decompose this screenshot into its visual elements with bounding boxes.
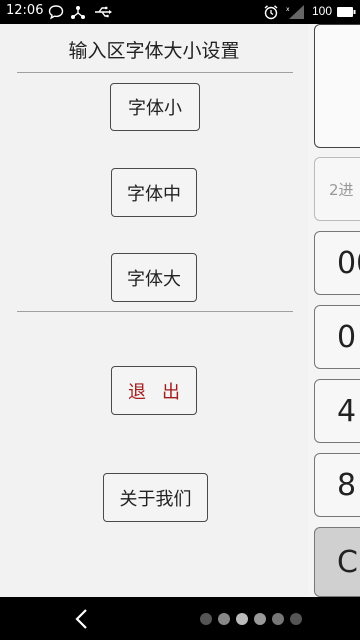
alarm-icon xyxy=(263,4,279,24)
svg-text:x: x xyxy=(286,6,290,13)
usb-icon xyxy=(94,4,112,24)
font-large-button[interactable]: 字体大 xyxy=(111,253,197,302)
clear-key[interactable]: C xyxy=(314,527,360,597)
clock: 12:06 xyxy=(6,3,44,18)
chat-bubble-icon xyxy=(48,4,64,24)
panel-title: 输入区字体大小设置 xyxy=(68,40,240,62)
calculator-display xyxy=(314,24,360,148)
key-4[interactable]: 4 xyxy=(314,379,360,443)
section-divider xyxy=(17,311,293,312)
back-icon[interactable] xyxy=(72,608,92,634)
status-bar: 12:06 x 100 xyxy=(0,0,360,24)
font-medium-button[interactable]: 字体中 xyxy=(111,168,197,217)
navigation-bar xyxy=(0,597,360,640)
font-small-button[interactable]: 字体小 xyxy=(110,83,200,131)
signal-icon: x xyxy=(285,4,305,24)
key-8[interactable]: 8 xyxy=(314,453,360,517)
base-2-key[interactable]: 2进 xyxy=(314,157,360,221)
about-us-button[interactable]: 关于我们 xyxy=(103,473,208,522)
key-0[interactable]: 0 xyxy=(314,305,360,369)
share-icon xyxy=(70,4,86,24)
watermark-dots xyxy=(196,611,336,627)
battery-level: 100 xyxy=(311,4,332,18)
battery-icon xyxy=(336,4,356,24)
title-divider xyxy=(17,72,293,73)
font-size-settings-panel: 输入区字体大小设置 字体小 字体中 字体大 退出 关于我们 xyxy=(0,24,308,597)
exit-button[interactable]: 退出 xyxy=(111,366,197,415)
key-00[interactable]: 00 xyxy=(314,231,360,295)
